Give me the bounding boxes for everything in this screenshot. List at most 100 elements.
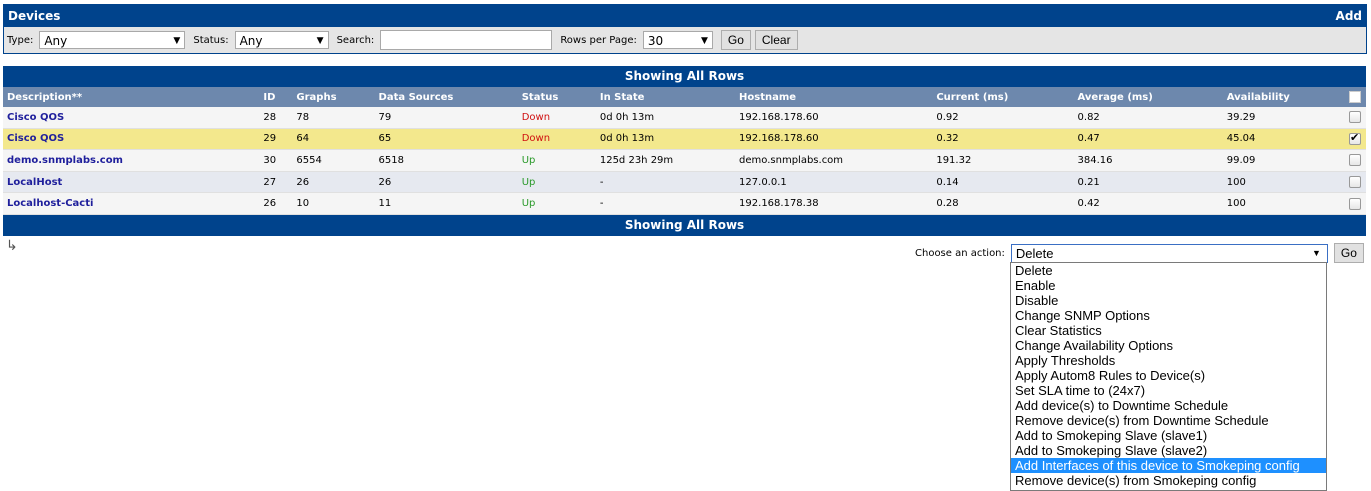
device-availability: 100	[1222, 171, 1344, 194]
devices-panel: Devices Add Type: Any ▼ Status: Any ▼ Se…	[3, 4, 1367, 54]
device-data-sources: 65	[374, 128, 518, 151]
chevron-down-icon: ▼	[173, 36, 181, 46]
col-hostname[interactable]: Hostname	[735, 87, 933, 107]
action-select[interactable]: Delete ▼	[1010, 243, 1328, 263]
col-description[interactable]: Description**	[3, 87, 260, 107]
add-link[interactable]: Add	[1336, 5, 1362, 27]
device-description-link[interactable]: Cisco QOS	[7, 133, 64, 144]
table-row[interactable]: Cisco QOS 29 64 65 Down 0d 0h 13m 192.16…	[3, 128, 1366, 151]
col-in-state[interactable]: In State	[595, 87, 736, 107]
device-data-sources: 26	[374, 171, 518, 194]
row-checkbox[interactable]	[1348, 154, 1361, 167]
action-option-enable[interactable]: Enable	[1011, 278, 1326, 293]
showing-rows-bottom: Showing All Rows	[3, 214, 1366, 236]
page: Devices Add Type: Any ▼ Status: Any ▼ Se…	[0, 0, 1371, 491]
device-graphs: 6554	[292, 149, 375, 172]
chevron-down-icon: ▼	[1311, 247, 1321, 258]
select-all-checkbox[interactable]	[1348, 91, 1361, 103]
action-option-change-availability[interactable]: Change Availability Options	[1011, 338, 1326, 353]
action-option-smokeping-slave2[interactable]: Add to Smokeping Slave (slave2)	[1011, 443, 1326, 458]
device-average: 0.82	[1073, 107, 1223, 129]
device-status: Up	[517, 149, 596, 172]
device-current: 0.28	[932, 192, 1074, 215]
row-checkbox[interactable]	[1348, 111, 1361, 124]
device-id: 29	[259, 128, 293, 151]
device-id: 28	[259, 107, 293, 129]
panel-header: Devices Add	[4, 5, 1366, 27]
filter-clear-button[interactable]: Clear	[754, 30, 798, 50]
device-graphs: 10	[292, 192, 375, 215]
device-average: 0.47	[1073, 128, 1223, 151]
action-option-apply-autom8[interactable]: Apply Autom8 Rules to Device(s)	[1011, 368, 1326, 383]
rows-per-page-label: Rows per Page:	[560, 34, 637, 46]
device-average: 384.16	[1073, 149, 1223, 172]
action-option-disable[interactable]: Disable	[1011, 293, 1326, 308]
devices-table: Description** ID Graphs Data Sources Sta…	[3, 87, 1366, 215]
row-checkbox[interactable]	[1348, 131, 1361, 145]
col-graphs[interactable]: Graphs	[292, 87, 375, 107]
device-graphs: 78	[292, 107, 375, 129]
col-status[interactable]: Status	[517, 87, 596, 107]
table-row[interactable]: LocalHost 27 26 26 Up - 127.0.0.1 0.14 0…	[3, 171, 1366, 194]
type-select[interactable]: Any ▼	[39, 31, 186, 49]
device-graphs: 64	[292, 128, 375, 151]
action-option-set-sla[interactable]: Set SLA time to (24x7)	[1011, 383, 1326, 398]
type-select-value: Any	[44, 34, 68, 48]
chevron-down-icon: ▼	[316, 36, 324, 46]
device-availability: 39.29	[1222, 107, 1344, 129]
action-option-add-downtime[interactable]: Add device(s) to Downtime Schedule	[1011, 398, 1326, 413]
device-hostname: 192.168.178.60	[735, 128, 933, 151]
device-in-state: 125d 23h 29m	[595, 149, 736, 172]
filter-row: Type: Any ▼ Status: Any ▼ Search: Rows p…	[4, 27, 1366, 53]
device-average: 0.42	[1073, 192, 1223, 215]
table-header-row: Description** ID Graphs Data Sources Sta…	[3, 87, 1366, 107]
col-id[interactable]: ID	[259, 87, 293, 107]
device-current: 0.32	[932, 128, 1074, 151]
device-status: Down	[517, 107, 596, 129]
action-option-remove-smokeping[interactable]: Remove device(s) from Smokeping config	[1011, 473, 1326, 488]
table-row[interactable]: Cisco QOS 28 78 79 Down 0d 0h 13m 192.16…	[3, 107, 1366, 129]
device-current: 191.32	[932, 149, 1074, 172]
device-in-state: -	[595, 192, 736, 215]
col-data-sources[interactable]: Data Sources	[374, 87, 518, 107]
action-option-change-snmp[interactable]: Change SNMP Options	[1011, 308, 1326, 323]
device-availability: 45.04	[1222, 128, 1344, 151]
status-label: Status:	[193, 34, 229, 46]
action-go-button[interactable]: Go	[1333, 243, 1364, 263]
device-availability: 99.09	[1222, 149, 1344, 172]
return-arrow-icon: ↳	[6, 238, 18, 254]
device-status: Down	[517, 128, 596, 151]
action-option-delete[interactable]: Delete	[1011, 263, 1326, 278]
device-description-link[interactable]: Cisco QOS	[7, 112, 64, 123]
action-option-add-interfaces-smokeping[interactable]: Add Interfaces of this device to Smokepi…	[1011, 458, 1326, 473]
device-description-link[interactable]: demo.snmplabs.com	[7, 155, 123, 166]
device-description-link[interactable]: Localhost-Cacti	[7, 198, 93, 209]
action-option-smokeping-slave1[interactable]: Add to Smokeping Slave (slave1)	[1011, 428, 1326, 443]
action-option-clear-statistics[interactable]: Clear Statistics	[1011, 323, 1326, 338]
action-option-apply-thresholds[interactable]: Apply Thresholds	[1011, 353, 1326, 368]
rows-per-page-select[interactable]: 30 ▼	[642, 31, 713, 49]
status-select[interactable]: Any ▼	[234, 31, 329, 49]
filter-go-button[interactable]: Go	[720, 30, 751, 50]
choose-action-label: Choose an action:	[915, 247, 1005, 259]
chevron-down-icon: ▼	[700, 36, 708, 46]
search-input[interactable]	[380, 30, 553, 50]
showing-rows-top: Showing All Rows	[3, 66, 1366, 87]
table-row[interactable]: Localhost-Cacti 26 10 11 Up - 192.168.17…	[3, 192, 1366, 215]
device-hostname: demo.snmplabs.com	[735, 149, 933, 172]
col-availability[interactable]: Availability	[1222, 87, 1344, 107]
action-option-remove-downtime[interactable]: Remove device(s) from Downtime Schedule	[1011, 413, 1326, 428]
col-current[interactable]: Current (ms)	[932, 87, 1074, 107]
action-select-value: Delete	[1015, 245, 1054, 261]
device-average: 0.21	[1073, 171, 1223, 194]
row-checkbox[interactable]	[1348, 197, 1361, 210]
col-average[interactable]: Average (ms)	[1073, 87, 1223, 107]
device-availability: 100	[1222, 192, 1344, 215]
device-status: Up	[517, 171, 596, 194]
table-row[interactable]: demo.snmplabs.com 30 6554 6518 Up 125d 2…	[3, 149, 1366, 172]
col-select-all[interactable]	[1343, 87, 1366, 107]
action-dropdown-list: Delete Enable Disable Change SNMP Option…	[1010, 262, 1327, 491]
device-description-link[interactable]: LocalHost	[7, 177, 62, 188]
row-checkbox[interactable]	[1348, 176, 1361, 189]
device-hostname: 127.0.0.1	[735, 171, 933, 194]
